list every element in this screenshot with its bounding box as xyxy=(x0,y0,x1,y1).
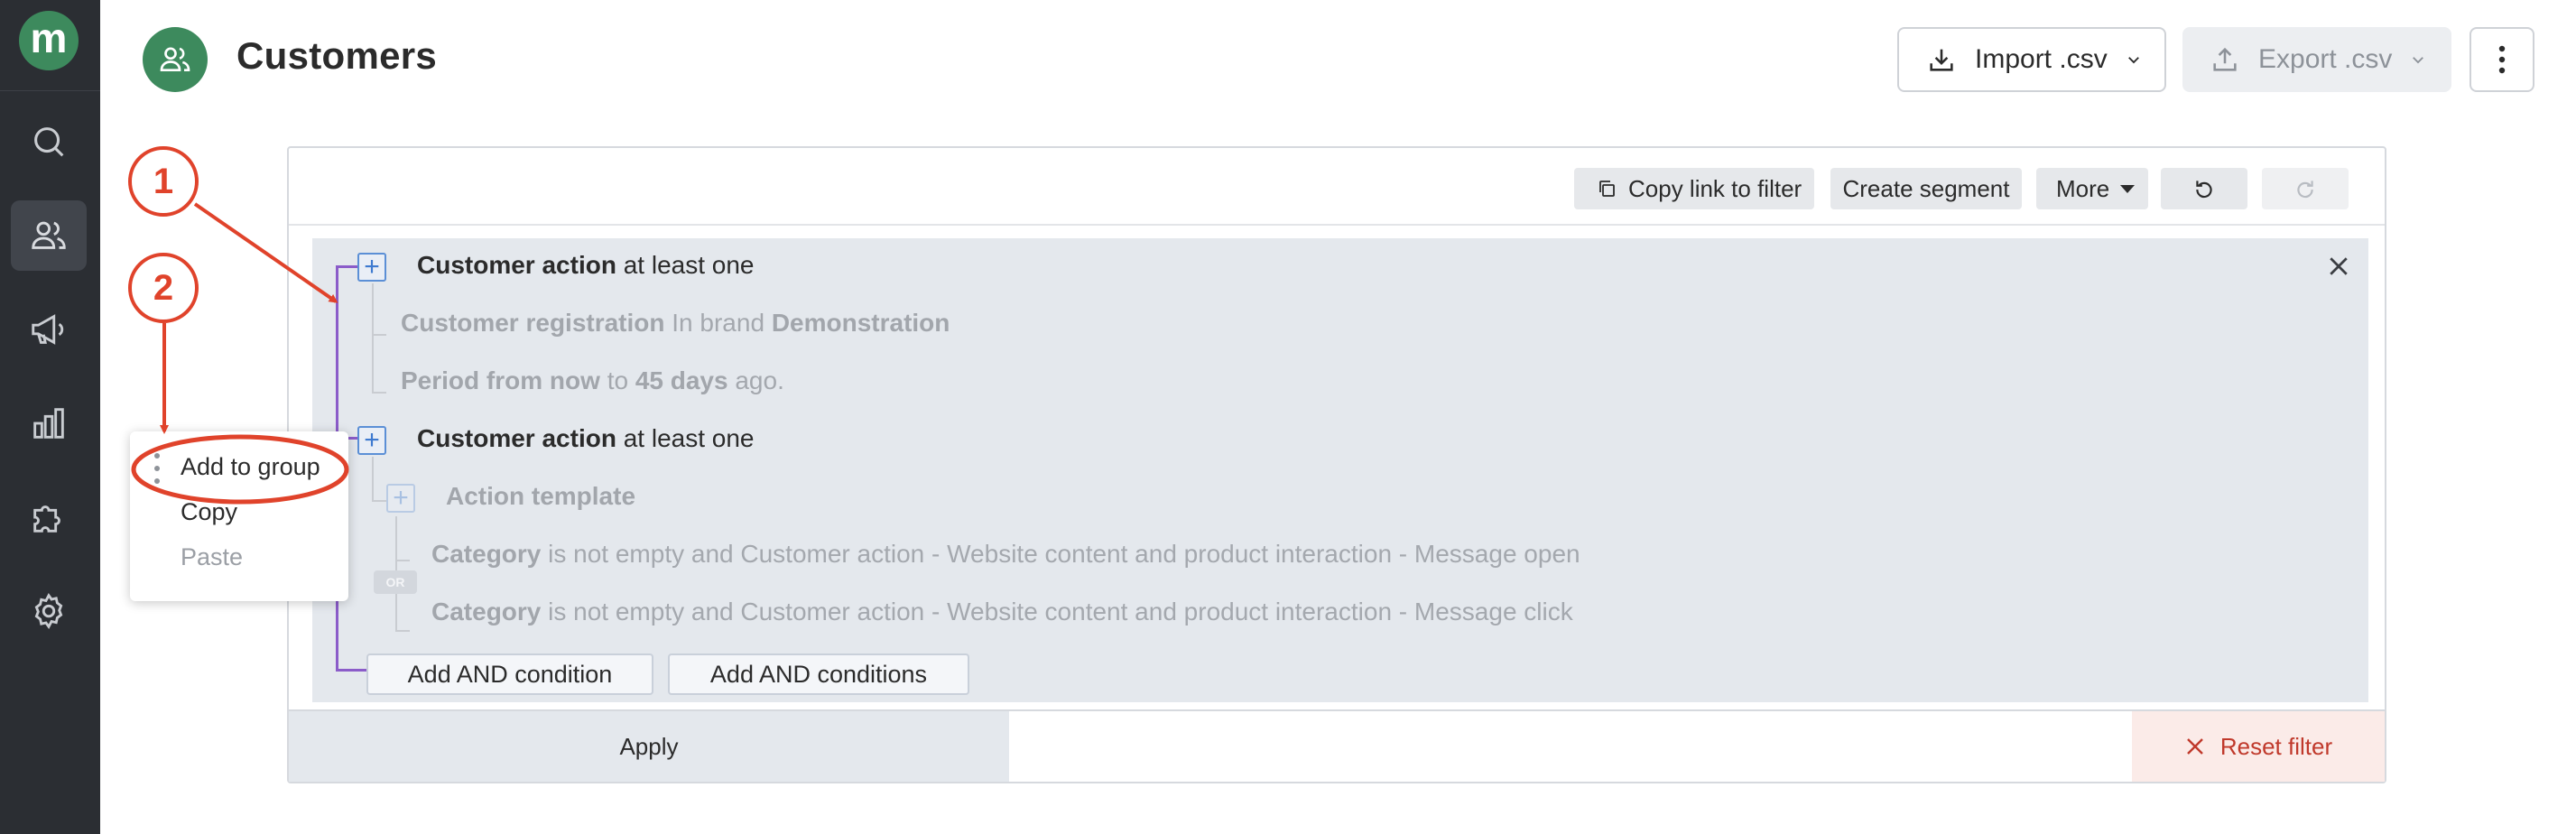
sidebar-item-customers[interactable] xyxy=(11,200,87,271)
condition-period[interactable]: Period from now to 45 days ago. xyxy=(401,366,784,395)
upload-icon xyxy=(2213,47,2237,71)
condition-message-click[interactable]: Category is not empty and Customer actio… xyxy=(431,598,1573,626)
group1-title[interactable]: Customer action at least one xyxy=(417,251,755,280)
sidebar-item-integrations[interactable] xyxy=(11,482,87,552)
connector-tick xyxy=(395,560,410,561)
users-icon xyxy=(32,221,66,249)
close-icon[interactable] xyxy=(2325,253,2352,280)
action-template[interactable]: Action template xyxy=(446,482,635,511)
puzzle-icon xyxy=(33,505,60,533)
gear-icon xyxy=(34,593,63,629)
connector-tick xyxy=(372,392,386,394)
expand-group-button[interactable]: + xyxy=(357,426,386,455)
redo-icon xyxy=(2297,181,2313,199)
filter-footer: Apply Reset filter xyxy=(289,709,2385,782)
redo-button[interactable] xyxy=(2262,168,2349,209)
context-menu: Add to group Copy Paste xyxy=(130,431,348,601)
group2-title[interactable]: Customer action at least one xyxy=(417,424,755,453)
export-csv-button[interactable]: Export .csv xyxy=(2182,27,2451,92)
annotation-marker-1: 1 xyxy=(128,146,199,217)
condition-customer-registration[interactable]: Customer registration In brand Demonstra… xyxy=(401,309,950,338)
reset-filter-label: Reset filter xyxy=(2219,732,2333,760)
customers-page-icon xyxy=(143,27,208,92)
more-actions-button[interactable] xyxy=(2469,27,2534,92)
group1-connector xyxy=(372,283,374,394)
reset-filter-button[interactable]: Reset filter xyxy=(2132,711,2385,782)
filter-panel: Copy link to filter Create segment More … xyxy=(287,146,2386,783)
chevron-down-icon xyxy=(2127,57,2139,64)
filter-conditions: + Customer action at least one Customer … xyxy=(312,238,2368,702)
close-icon xyxy=(2187,738,2203,755)
connector-tick xyxy=(372,500,386,502)
create-segment-label: Create segment xyxy=(1842,174,2010,202)
sidebar-item-analytics[interactable] xyxy=(11,388,87,459)
group2-connector xyxy=(372,457,374,502)
app-logo[interactable]: m xyxy=(19,11,79,70)
download-icon xyxy=(1930,49,1953,71)
create-segment-button[interactable]: Create segment xyxy=(1830,168,2022,209)
annotation-marker-2: 2 xyxy=(128,253,199,323)
menu-item-paste[interactable]: Paste xyxy=(181,543,243,571)
undo-button[interactable] xyxy=(2161,168,2247,209)
bar-chart-icon xyxy=(33,408,64,439)
chevron-down-icon xyxy=(2413,57,2424,64)
bracket-tick xyxy=(336,265,357,268)
users-icon xyxy=(160,47,190,71)
import-csv-label: Import .csv xyxy=(1975,44,2108,74)
undo-icon xyxy=(2196,181,2212,199)
more-label: More xyxy=(2056,174,2110,202)
connector-tick xyxy=(372,334,386,336)
sidebar-divider xyxy=(0,90,100,91)
expand-group-button[interactable]: + xyxy=(357,253,386,282)
more-dropdown-button[interactable]: More xyxy=(2036,168,2148,209)
connector-tick xyxy=(395,630,410,632)
menu-item-add-to-group[interactable]: Add to group xyxy=(181,453,320,481)
apply-button[interactable]: Apply xyxy=(289,711,1009,782)
sidebar-item-search[interactable] xyxy=(11,107,87,177)
caret-down-icon xyxy=(2120,184,2136,193)
add-and-condition-button[interactable]: Add AND condition xyxy=(366,653,653,695)
copy-icon xyxy=(1599,181,1615,197)
megaphone-icon xyxy=(32,314,64,345)
sidebar: m xyxy=(0,0,100,834)
export-csv-label: Export .csv xyxy=(2258,44,2393,74)
menu-item-copy[interactable]: Copy xyxy=(181,498,237,526)
bracket-tick xyxy=(336,669,366,672)
sidebar-item-settings[interactable] xyxy=(11,576,87,646)
import-csv-button[interactable]: Import .csv xyxy=(1897,27,2166,92)
drag-handle-icon xyxy=(154,453,160,484)
expand-template-button[interactable]: + xyxy=(386,484,415,513)
filter-toolbar: Copy link to filter Create segment More xyxy=(289,148,2385,226)
condition-message-open[interactable]: Category is not empty and Customer actio… xyxy=(431,540,1580,569)
sidebar-item-campaigns[interactable] xyxy=(11,294,87,365)
add-and-conditions-button[interactable]: Add AND conditions xyxy=(668,653,969,695)
kebab-menu-icon xyxy=(2498,45,2506,74)
or-badge: OR xyxy=(374,570,417,594)
search-icon xyxy=(34,127,64,157)
page-title: Customers xyxy=(236,34,438,77)
copy-link-button[interactable]: Copy link to filter xyxy=(1574,168,1814,209)
copy-link-label: Copy link to filter xyxy=(1628,174,1802,202)
